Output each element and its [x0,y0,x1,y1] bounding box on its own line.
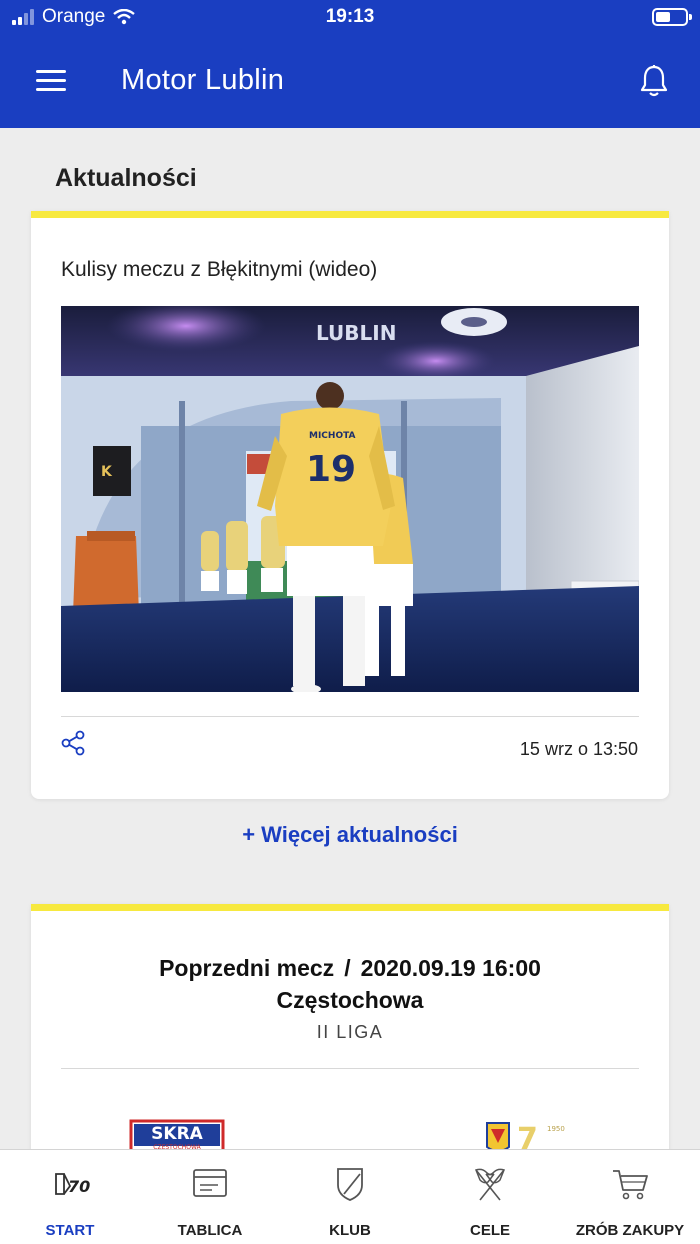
news-photo[interactable]: LUBLIN K MICHOTA 19 [61,306,639,692]
app-title: Motor Lublin [121,64,285,96]
svg-text:1950: 1950 [547,1125,565,1133]
bell-icon[interactable] [638,64,670,98]
menu-icon[interactable] [36,70,66,92]
news-title[interactable]: Kulisy meczu z Błękitnymi (wideo) [61,258,377,282]
match-city: Częstochowa [276,987,424,1013]
board-icon [193,1169,227,1197]
tab-tablica-label: TABLICA [177,1222,243,1239]
home-team-logo: SKRA CZĘSTOCHOWA [129,1119,225,1151]
flags-icon [475,1168,505,1201]
tab-tablica[interactable]: TABLICA [140,1150,280,1244]
jersey-number: 19 [306,449,356,490]
match-label: Poprzedni mecz [159,955,335,981]
match-league: II LIGA [316,1022,384,1042]
tab-cele-label: CELE [469,1222,510,1239]
tab-start[interactable]: 70 START [0,1150,140,1244]
motor-70-logo-icon: 70 [55,1173,90,1196]
tab-klub[interactable]: KLUB [280,1150,420,1244]
news-divider [61,716,639,717]
tab-start-label: START [45,1222,95,1239]
svg-text:70: 70 [68,1177,90,1196]
battery-icon [652,8,692,26]
news-date: 15 wrz o 13:50 [519,739,638,759]
match-divider [61,1068,639,1069]
news-section-title: Aktualności [55,164,197,192]
cart-icon [613,1170,648,1200]
share-icon[interactable] [60,730,86,756]
match-header: Poprzedni mecz / 2020.09.19 16:00 [31,955,669,982]
jersey-name: MICHOTA [309,431,356,441]
news-card[interactable]: Kulisy meczu z Błękitnymi (wideo) LUBLIN… [31,211,669,799]
tab-zrob-zakupy[interactable]: ZRÓB ZAKUPY [560,1150,700,1244]
tab-zrob-zakupy-label: ZRÓB ZAKUPY [575,1222,685,1239]
tab-klub-label: KLUB [329,1222,371,1239]
shield-icon [337,1168,363,1201]
tab-cele[interactable]: CELE [420,1150,560,1244]
match-separator: / [344,955,351,981]
home-logo-text: SKRA [151,1124,204,1144]
bottom-tab-bar: 70 START TABLICA KLUB CELE ZRÓB ZAKUPY [0,1149,700,1244]
status-bar: Orange 19:13 [0,0,700,34]
more-news-link[interactable]: + Więcej aktualności [0,822,700,848]
match-datetime: 2020.09.19 16:00 [360,955,541,981]
away-team-logo: 7 1950 [486,1122,565,1153]
status-time: 19:13 [325,6,375,27]
svg-text:K: K [101,464,113,480]
app-bar: Motor Lublin [0,34,700,128]
photo-banner-text: LUBLIN [316,321,396,345]
